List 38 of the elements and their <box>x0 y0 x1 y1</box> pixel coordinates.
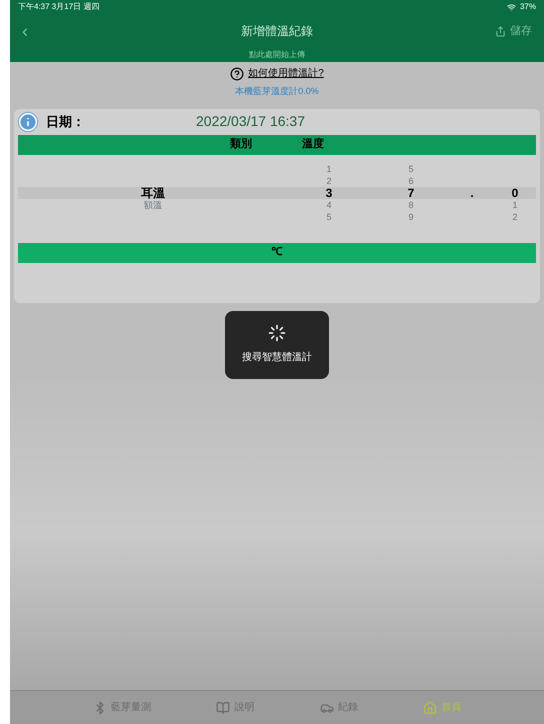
help-icon <box>230 66 244 80</box>
date-value[interactable]: 2022/03/17 16:37 <box>196 111 305 132</box>
picker-option[interactable]: . <box>470 186 474 198</box>
picker-option[interactable]: 8 <box>408 198 414 210</box>
book-icon <box>216 700 230 714</box>
wifi-icon <box>506 2 516 12</box>
value-picker[interactable]: 耳溫 額溫 1 2 3 4 5 5 6 7 8 9 . 0 1 2 <box>18 162 536 234</box>
share-icon <box>495 26 506 36</box>
toast-message: 搜尋智慧體溫計 <box>242 350 312 365</box>
page-title: 新增體溫紀錄 <box>241 23 313 40</box>
picker-option[interactable]: 9 <box>408 210 414 222</box>
picker-option[interactable]: 6 <box>408 174 414 186</box>
picker-option[interactable]: 3 <box>326 186 332 198</box>
picker-option[interactable]: 2 <box>326 174 332 186</box>
save-button[interactable]: 儲存 <box>472 22 532 40</box>
picker-option[interactable]: 1 <box>512 198 518 210</box>
picker-option[interactable]: 7 <box>408 186 414 198</box>
column-header: 類別 <box>230 136 252 152</box>
unit-label: ℃ <box>272 245 282 260</box>
picker-option[interactable]: 0 <box>512 186 518 198</box>
info-icon <box>18 112 38 132</box>
back-button[interactable]: ‹ <box>22 18 82 44</box>
battery-level: 37% <box>520 1 536 13</box>
help-link[interactable]: 如何使用體溫計? <box>248 66 324 81</box>
picker-option[interactable]: 5 <box>408 162 414 174</box>
home-icon <box>423 700 438 714</box>
column-header: 溫度 <box>302 136 324 152</box>
date-label: 日期： <box>46 112 86 131</box>
upload-hint[interactable]: 點此處開始上傳 <box>249 49 305 61</box>
spinner-icon <box>268 324 286 342</box>
picker-option[interactable]: 5 <box>326 210 332 222</box>
status-time: 下午4:37 3月17日 週四 <box>18 1 100 13</box>
device-status: 本機藍芽溫度計0.0% <box>235 85 319 98</box>
picker-option[interactable]: 2 <box>512 210 518 222</box>
picker-option[interactable]: 4 <box>326 198 332 210</box>
picker-option[interactable]: 耳溫 <box>141 186 165 198</box>
picker-option[interactable]: 額溫 <box>144 198 162 210</box>
picker-option[interactable]: 1 <box>326 162 332 174</box>
